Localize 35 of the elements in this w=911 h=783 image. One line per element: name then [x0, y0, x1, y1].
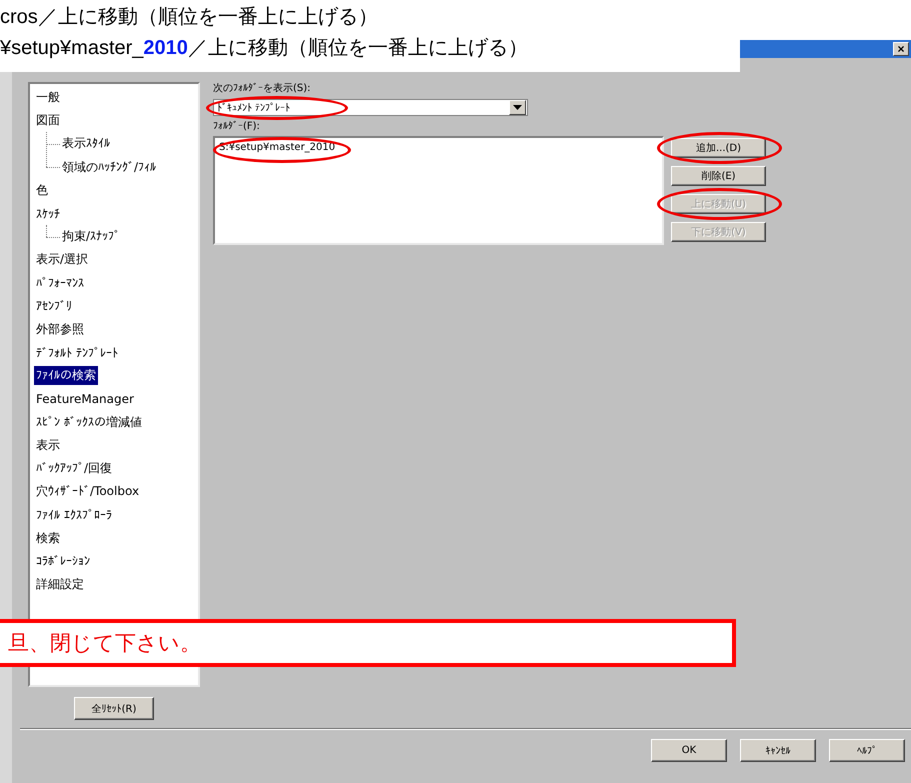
tree-item[interactable]: 穴ｳｨｻﾞｰﾄﾞ/Toolbox: [34, 482, 142, 502]
dialog-button[interactable]: OK: [651, 739, 727, 762]
dialog-button[interactable]: ｷｬﾝｾﾙ: [740, 739, 816, 762]
tree-item[interactable]: 表示/選択: [34, 250, 90, 270]
dialog-button[interactable]: ﾍﾙﾌﾟ: [829, 739, 905, 762]
tree-item[interactable]: FeatureManager: [34, 391, 136, 408]
close-button[interactable]: ×: [893, 42, 909, 56]
tree-item[interactable]: ﾃﾞﾌｫﾙﾄ ﾃﾝﾌﾟﾚｰﾄ: [34, 344, 120, 361]
tree-item[interactable]: 領域のﾊｯﾁﾝｸﾞ/ﾌｨﾙ: [60, 158, 158, 177]
instruction-text: ¥setup¥master_2010／上に移動（順位を一番上に上げる）: [0, 36, 529, 61]
folder-path[interactable]: S:¥setup¥master_2010: [219, 142, 336, 153]
tree-item[interactable]: 図面: [34, 111, 62, 130]
tree-item[interactable]: 拘束/ｽﾅｯﾌﾟ: [60, 227, 122, 246]
field-label: ﾌｫﾙﾀﾞｰ(F):: [213, 120, 260, 134]
tree-item[interactable]: 表示ｽﾀｲﾙ: [60, 134, 112, 154]
tree-item[interactable]: 詳細設定: [34, 575, 86, 594]
field-label: 次のﾌｫﾙﾀﾞｰを表示(S):: [213, 82, 311, 96]
tree-item[interactable]: ﾌｧｲﾙ ｴｸｽﾌﾟﾛｰﾗ: [34, 506, 114, 523]
folder-action-button[interactable]: 削除(E): [671, 166, 766, 186]
tree-item[interactable]: 一般: [34, 88, 62, 108]
note-callout: 旦、閉じて下さい。: [0, 619, 736, 667]
tree-item[interactable]: ｽﾋﾟﾝ ﾎﾞｯｸｽの増減値: [34, 412, 144, 432]
tree-item[interactable]: ｺﾗﾎﾞﾚｰｼｮﾝ: [34, 553, 92, 570]
tree-item[interactable]: 外部参照: [34, 320, 86, 339]
tree-item[interactable]: 検索: [34, 528, 62, 548]
instruction-text: cros／上に移動（順位を一番上に上げる）: [0, 5, 379, 30]
reset-button[interactable]: 全ﾘｾｯﾄ(R): [74, 697, 154, 720]
tree-item[interactable]: ﾊﾟﾌｫｰﾏﾝｽ: [34, 275, 86, 292]
tree-item[interactable]: 表示: [34, 436, 62, 455]
tree-item[interactable]: ｱｾﾝﾌﾞﾘ: [34, 298, 74, 314]
tree-item[interactable]: 色: [34, 180, 50, 200]
folder-action-button[interactable]: 追加...(D): [671, 138, 766, 158]
tree-item[interactable]: ﾊﾞｯｸｱｯﾌﾟ/回復: [34, 459, 114, 478]
tree-item[interactable]: ｽｹｯﾁ: [34, 206, 62, 222]
tree-item[interactable]: ﾌｧｲﾙの検索: [34, 366, 98, 386]
